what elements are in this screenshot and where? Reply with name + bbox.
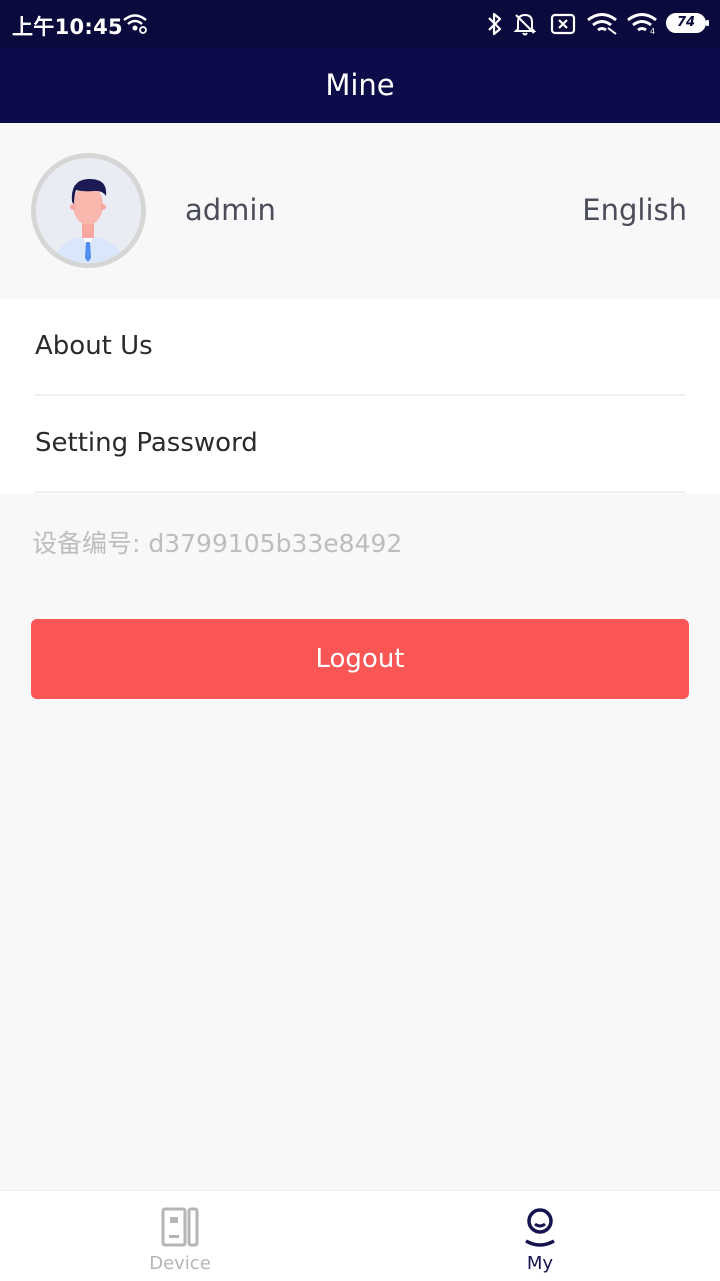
user-icon	[520, 1207, 560, 1251]
status-time: 上午10:45	[12, 15, 123, 39]
profile-section: admin English	[0, 123, 720, 299]
menu-item-label: Setting Password	[35, 428, 258, 458]
tab-device-label: Device	[149, 1253, 211, 1274]
menu-item-label: About Us	[35, 331, 153, 361]
device-icon	[160, 1207, 200, 1251]
menu-item-about-us[interactable]: About Us	[35, 299, 685, 396]
status-bar: 上午10:45 4 74	[0, 0, 720, 48]
wifi-icon: 4	[627, 13, 657, 36]
settings-menu: About Us Setting Password	[0, 299, 720, 494]
bell-off-icon	[513, 13, 537, 36]
logout-button[interactable]: Logout	[31, 619, 689, 699]
device-id: 设备编号: d3799105b33e8492	[32, 529, 403, 558]
tab-device[interactable]: Device	[0, 1191, 360, 1281]
wifi-hotspot-icon	[122, 12, 148, 38]
page-title: Mine	[0, 48, 720, 123]
bluetooth-icon	[488, 12, 502, 36]
language-selector[interactable]: English	[582, 193, 687, 227]
sim-off-icon	[550, 13, 576, 35]
svg-text:4: 4	[650, 27, 655, 36]
battery-icon: 74	[666, 13, 709, 33]
menu-item-setting-password[interactable]: Setting Password	[35, 396, 685, 493]
tab-my[interactable]: My	[360, 1191, 720, 1281]
bottom-tab-bar: Device My	[0, 1190, 720, 1281]
user-avatar-icon[interactable]	[31, 153, 146, 268]
tab-my-label: My	[526, 1253, 554, 1274]
wifi-icon	[587, 13, 617, 35]
username: admin	[185, 193, 276, 227]
